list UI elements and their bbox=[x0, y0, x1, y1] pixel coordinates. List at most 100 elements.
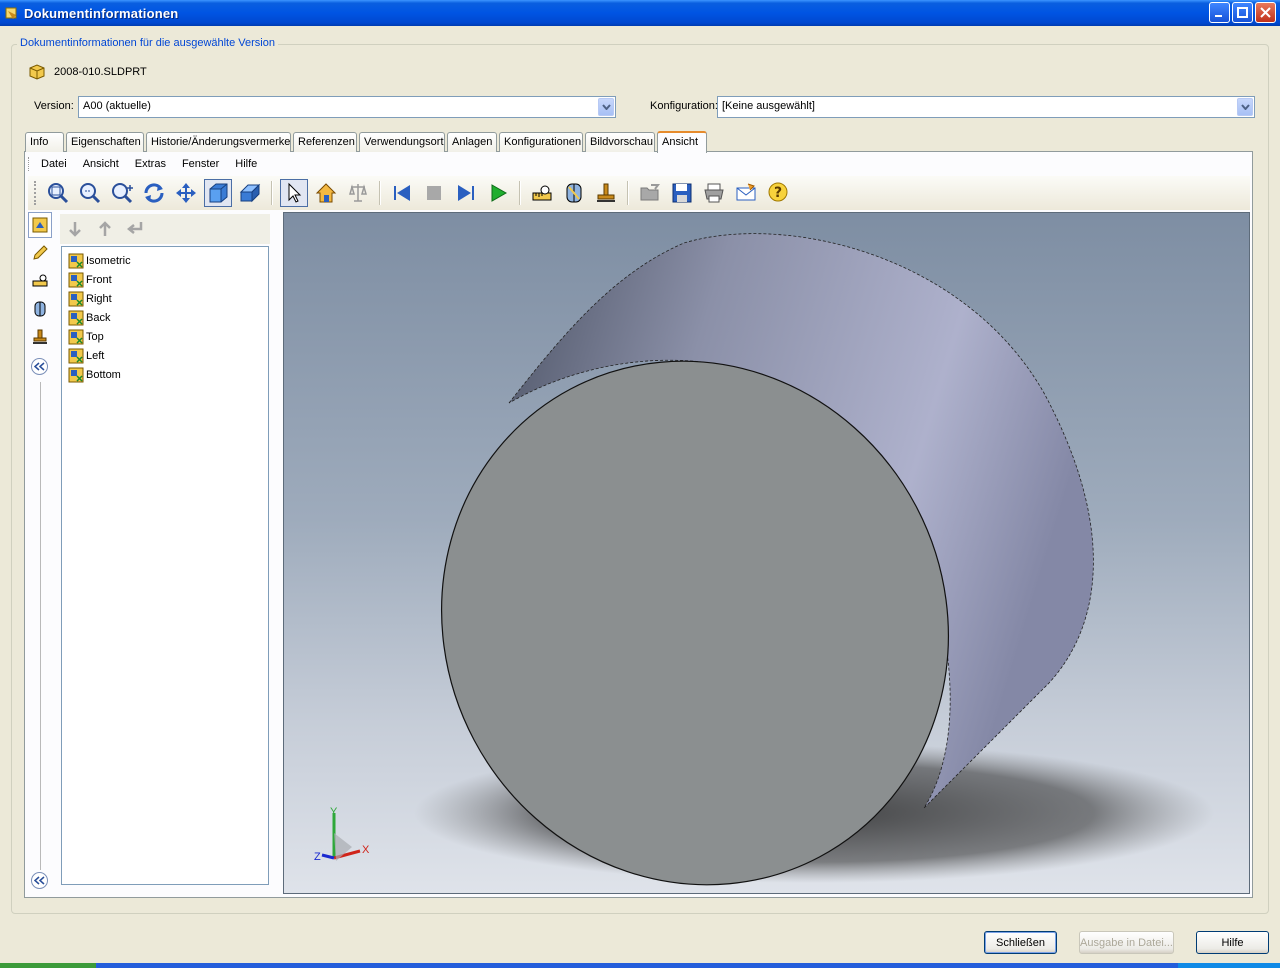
mail-button[interactable] bbox=[732, 179, 760, 207]
export-to-file-button[interactable]: Ausgabe in Datei... bbox=[1079, 931, 1174, 954]
stop-button[interactable] bbox=[420, 179, 448, 207]
tree-view-back[interactable]: Back bbox=[62, 308, 268, 327]
chevron-down-icon bbox=[1240, 104, 1250, 110]
start-button-edge[interactable] bbox=[0, 963, 96, 968]
measure-panel-button[interactable] bbox=[28, 268, 52, 294]
views-icon bbox=[32, 217, 48, 233]
taskbar-edge bbox=[0, 963, 1280, 968]
section-icon bbox=[34, 301, 46, 317]
views-panel-button[interactable] bbox=[28, 212, 52, 238]
play-button[interactable] bbox=[484, 179, 512, 207]
first-icon bbox=[394, 185, 410, 201]
named-view-icon bbox=[68, 367, 84, 382]
first-frame-button[interactable] bbox=[388, 179, 416, 207]
version-select[interactable]: A00 (aktuelle) bbox=[78, 96, 616, 118]
save-button[interactable] bbox=[668, 179, 696, 207]
menu-datei[interactable]: Datei bbox=[41, 158, 67, 170]
tree-view-label: Left bbox=[86, 349, 105, 362]
tab-konfigurationen[interactable]: Konfigurationen bbox=[499, 132, 583, 152]
tab-anlagen[interactable]: Anlagen bbox=[447, 132, 497, 152]
views-tree: Isometric Front Right Back Top Left Bottom bbox=[61, 246, 269, 885]
tree-view-bottom[interactable]: Bottom bbox=[62, 365, 268, 384]
svg-text:?: ? bbox=[774, 185, 782, 201]
axis-triad bbox=[321, 813, 361, 861]
help-button[interactable]: ? bbox=[764, 179, 792, 207]
move-down-button[interactable] bbox=[62, 215, 88, 243]
return-button[interactable] bbox=[122, 215, 148, 243]
arrow-down-icon bbox=[69, 222, 81, 237]
rotate-icon bbox=[144, 183, 164, 203]
section-icon bbox=[566, 183, 582, 203]
tree-view-label: Top bbox=[86, 330, 104, 343]
chevron-down-icon bbox=[601, 104, 611, 110]
collapse-top-button[interactable] bbox=[31, 358, 48, 375]
balance-icon bbox=[349, 184, 367, 202]
toolbar-separator bbox=[379, 181, 381, 205]
pencil-icon bbox=[33, 245, 48, 260]
tab-eigenschaften[interactable]: Eigenschaften bbox=[66, 132, 144, 152]
section-panel-button[interactable] bbox=[28, 296, 52, 322]
print-button[interactable] bbox=[700, 179, 728, 207]
section-button[interactable] bbox=[560, 179, 588, 207]
measure-icon bbox=[532, 185, 552, 201]
shaded-edges-button[interactable] bbox=[236, 179, 264, 207]
named-view-icon bbox=[68, 310, 84, 325]
home-view-button[interactable] bbox=[312, 179, 340, 207]
named-view-icon bbox=[68, 348, 84, 363]
rotate-button[interactable] bbox=[140, 179, 168, 207]
menu-extras[interactable]: Extras bbox=[135, 158, 166, 170]
tree-view-right[interactable]: Right bbox=[62, 289, 268, 308]
help-dialog-button[interactable]: Hilfe bbox=[1196, 931, 1269, 954]
collapse-bottom-button[interactable] bbox=[31, 872, 48, 889]
tree-view-left[interactable]: Left bbox=[62, 346, 268, 365]
menu-hilfe[interactable]: Hilfe bbox=[235, 158, 257, 170]
tab-referenzen[interactable]: Referenzen bbox=[293, 132, 357, 152]
zoom-to-fit-button[interactable] bbox=[44, 179, 72, 207]
mail-icon bbox=[736, 183, 756, 201]
tree-view-isometric[interactable]: Isometric bbox=[62, 251, 268, 270]
shaded-button[interactable] bbox=[204, 179, 232, 207]
tab-strip: Info Eigenschaften Historie/Änderungsver… bbox=[25, 131, 709, 153]
tab-bildvorschau[interactable]: Bildvorschau bbox=[585, 132, 655, 152]
markup-panel-button[interactable] bbox=[28, 240, 52, 266]
measure-icon bbox=[32, 274, 48, 287]
tab-info[interactable]: Info bbox=[25, 132, 64, 152]
stamp-panel-button[interactable] bbox=[28, 324, 52, 350]
balance-button[interactable] bbox=[344, 179, 372, 207]
named-view-icon bbox=[68, 291, 84, 306]
close-window-button[interactable] bbox=[1255, 2, 1276, 23]
toolbar-separator bbox=[271, 181, 273, 205]
open-button[interactable] bbox=[636, 179, 664, 207]
pan-button[interactable] bbox=[172, 179, 200, 207]
tab-verwendungsort[interactable]: Verwendungsort bbox=[359, 132, 445, 152]
stamp-button[interactable] bbox=[592, 179, 620, 207]
tree-view-front[interactable]: Front bbox=[62, 270, 268, 289]
tray-edge bbox=[1178, 963, 1280, 968]
version-dropdown-button[interactable] bbox=[598, 98, 614, 116]
strip-divider bbox=[40, 382, 41, 870]
menu-fenster[interactable]: Fenster bbox=[182, 158, 219, 170]
tree-view-top[interactable]: Top bbox=[62, 327, 268, 346]
tab-historie[interactable]: Historie/Änderungsvermerke bbox=[146, 132, 291, 152]
zoom-to-fit-icon bbox=[48, 183, 69, 204]
named-view-icon bbox=[68, 253, 84, 268]
shaded-edges-icon bbox=[239, 183, 261, 203]
title-bar[interactable]: Dokumentinformationen bbox=[0, 0, 1280, 26]
close-dialog-button[interactable]: Schließen bbox=[984, 931, 1057, 954]
shaded-icon bbox=[209, 183, 228, 203]
minimize-button[interactable] bbox=[1209, 2, 1230, 23]
3d-viewport[interactable]: Y X Z bbox=[283, 212, 1250, 894]
tab-ansicht[interactable]: Ansicht bbox=[657, 131, 707, 153]
zoom-in-out-button[interactable] bbox=[108, 179, 136, 207]
maximize-icon bbox=[1237, 7, 1248, 18]
menu-ansicht[interactable]: Ansicht bbox=[83, 158, 119, 170]
menubar-grip bbox=[28, 157, 31, 171]
move-up-button[interactable] bbox=[92, 215, 118, 243]
next-frame-button[interactable] bbox=[452, 179, 480, 207]
maximize-button[interactable] bbox=[1232, 2, 1253, 23]
configuration-dropdown-button[interactable] bbox=[1237, 98, 1253, 116]
select-button[interactable] bbox=[280, 179, 308, 207]
zoom-to-area-button[interactable] bbox=[76, 179, 104, 207]
measure-button[interactable] bbox=[528, 179, 556, 207]
configuration-select[interactable]: [Keine ausgewählt] bbox=[717, 96, 1255, 118]
